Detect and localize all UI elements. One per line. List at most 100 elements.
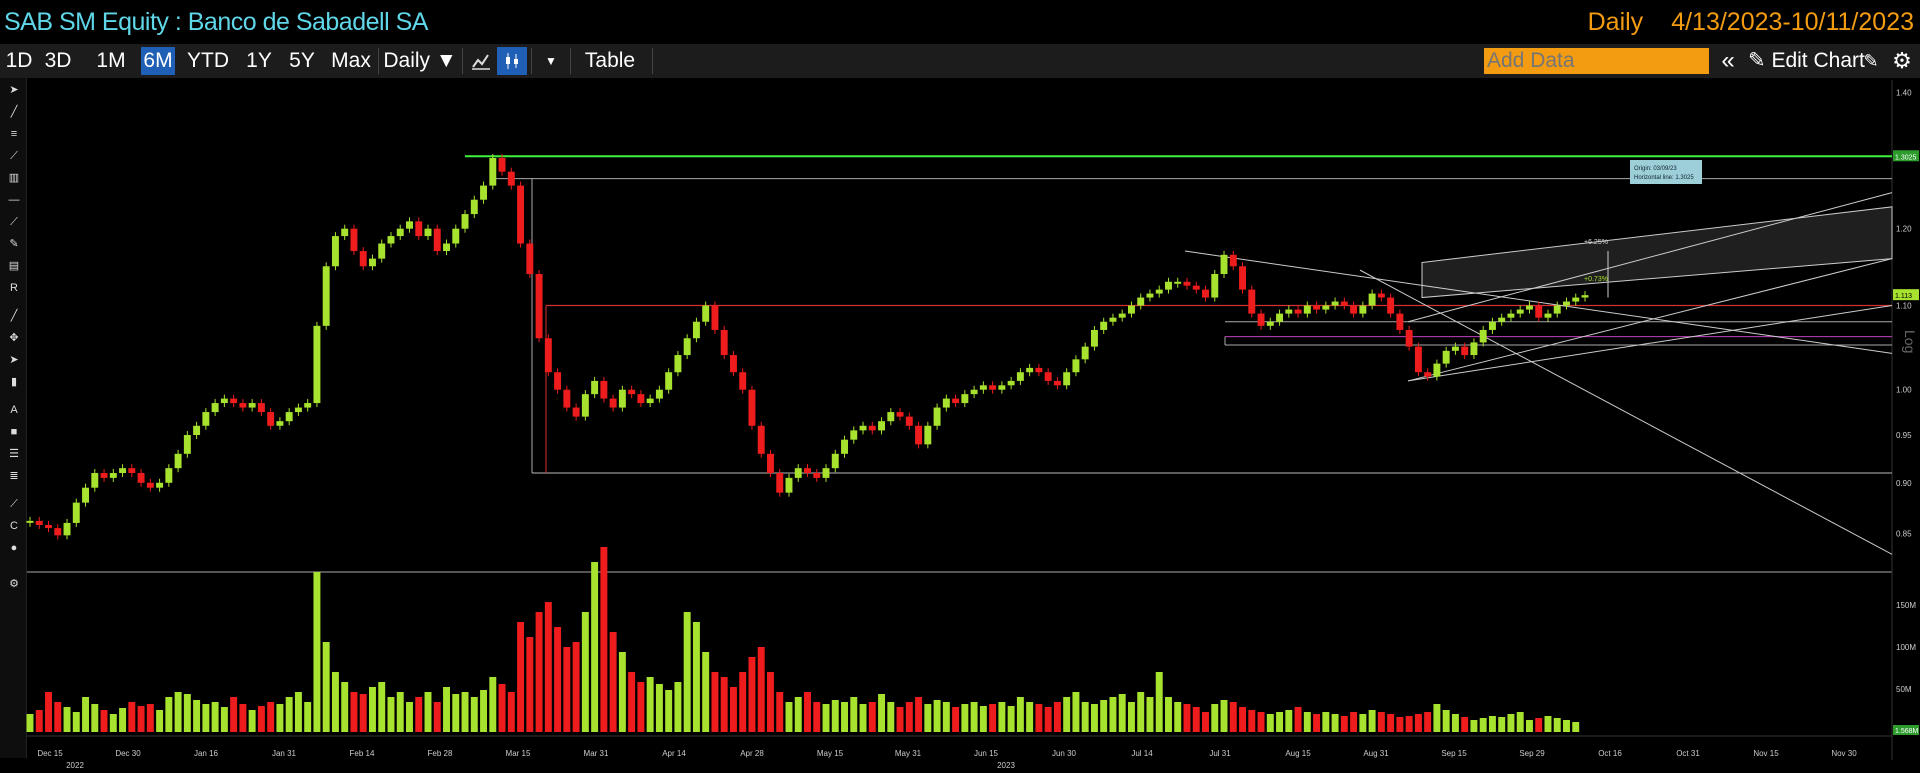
candle [119, 468, 127, 474]
candle [813, 473, 821, 478]
volume-bar [637, 682, 645, 732]
candle [1127, 305, 1135, 314]
volume-bar [257, 706, 265, 732]
volume-bar [1044, 707, 1052, 732]
volume-bar [563, 647, 571, 732]
date-tick-label: Dec 30 [115, 749, 141, 758]
candle [322, 266, 330, 326]
volume-bar [1340, 716, 1348, 732]
candle [563, 389, 571, 408]
volume-bar [350, 692, 358, 732]
date-tick-label: Jul 31 [1209, 749, 1231, 758]
candle [415, 221, 423, 237]
candle [1026, 367, 1034, 373]
volume-bar [489, 677, 497, 732]
candle [248, 403, 256, 408]
volume-bar [45, 692, 52, 732]
volume-bar [1377, 712, 1385, 732]
candle [720, 329, 728, 356]
volume-bar [1525, 720, 1533, 732]
candle [1572, 297, 1580, 302]
volume-bar [174, 692, 182, 732]
volume-bar [998, 702, 1006, 732]
candle [267, 412, 275, 426]
volume-bar [1072, 692, 1080, 732]
volume-bar [368, 687, 376, 732]
candle [1146, 293, 1154, 298]
pct-label-bottom: +0.73% [1584, 276, 1608, 283]
candle [868, 425, 876, 431]
candle [91, 473, 99, 488]
volume-bar [433, 702, 441, 732]
date-tick-label: Oct 31 [1676, 749, 1700, 758]
candle [711, 305, 719, 330]
candle [1405, 329, 1413, 347]
candle [257, 403, 265, 413]
volume-bar [1470, 720, 1478, 732]
candle [193, 425, 201, 436]
volume-bar [1109, 697, 1117, 732]
volume-bar [1498, 717, 1506, 732]
date-tick-label: Jan 31 [272, 749, 297, 758]
date-axis: Dec 15 Dec 30 Jan 16 Jan 31 Feb 14 Feb 28 Mar … [37, 749, 1857, 770]
candle [618, 389, 626, 408]
candle [470, 199, 478, 215]
volume-bar [331, 672, 339, 732]
volume-bar [1442, 710, 1450, 732]
volume-bar [285, 697, 293, 732]
volume-bar [896, 707, 904, 732]
candle [331, 236, 339, 267]
candle [554, 372, 562, 390]
volume-bar [600, 547, 608, 732]
volume-bar [757, 647, 765, 732]
candle [1377, 293, 1385, 298]
volume-bar [1507, 714, 1515, 732]
volume-bar [109, 714, 117, 732]
volume-bar [581, 612, 589, 732]
candle [776, 473, 784, 493]
volume-bar [1433, 704, 1441, 732]
volume-bar [1016, 697, 1024, 732]
volume-bar [91, 704, 99, 732]
date-tick-label: Oct 16 [1598, 749, 1622, 758]
volume-bar [1350, 712, 1358, 732]
candle [1165, 281, 1172, 290]
candle [1220, 254, 1228, 274]
candle [202, 412, 210, 426]
candle [1488, 321, 1496, 330]
volume-bar [1266, 714, 1274, 732]
volume-bar [1202, 712, 1209, 732]
candle [804, 468, 811, 474]
volume-bar [378, 682, 386, 732]
candle [970, 389, 978, 395]
volume-bar [1322, 712, 1330, 732]
candle [165, 468, 173, 483]
candle [1544, 313, 1552, 318]
volume-bar [961, 704, 969, 732]
volume-bar [1285, 710, 1293, 732]
volume-bar [294, 692, 302, 732]
candle [1479, 329, 1487, 343]
candle [924, 425, 932, 445]
candle [137, 473, 145, 483]
volume-bar [406, 702, 413, 732]
volume-bar [1137, 692, 1145, 732]
volume-bar [1183, 704, 1191, 732]
volume-bar [683, 612, 691, 732]
pct-label-top: +6.25% [1584, 239, 1608, 246]
shaded-channel [1421, 206, 1893, 299]
price-tick-label: 0.95 [1896, 431, 1912, 440]
volume-bar [924, 704, 932, 732]
candle [341, 228, 349, 237]
volume-bar [1174, 702, 1182, 732]
price-chart[interactable]: 1.401.301.201.101.000.950.900.85Log1.302… [0, 0, 1920, 773]
date-tick-label: May 15 [817, 749, 844, 758]
candle [887, 412, 895, 422]
volume-bar [267, 702, 275, 732]
candle [1100, 321, 1108, 330]
volume-bar [748, 657, 756, 732]
volume-bar [1100, 700, 1108, 732]
candle [674, 355, 682, 373]
volume-bar [794, 697, 802, 732]
candle [1081, 346, 1089, 360]
